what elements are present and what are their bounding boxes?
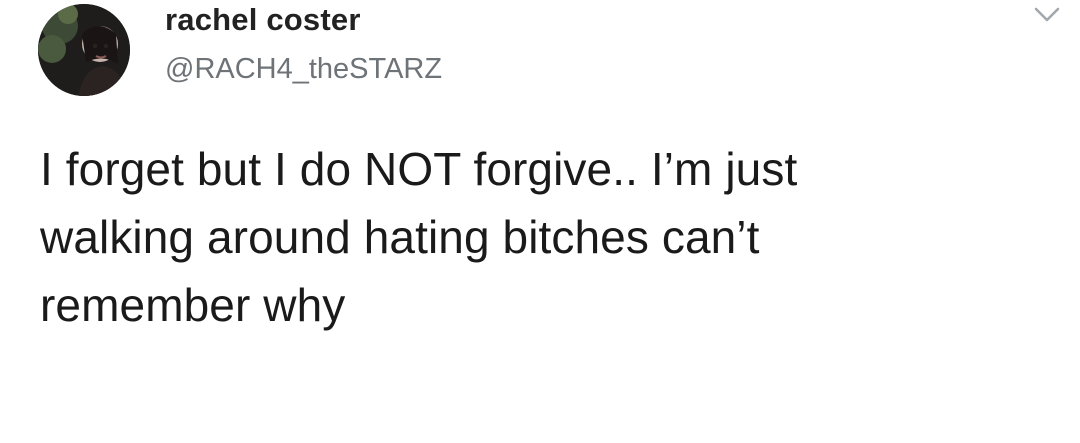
avatar[interactable] [38,4,130,96]
tweet-text: I forget but I do NOT forgive.. I’m just… [40,135,1040,339]
display-name[interactable]: rachel coster [165,2,361,38]
user-handle[interactable]: @RACH4_theSTARZ [165,53,442,86]
tweet-text-line: I forget but I do NOT forgive.. I’m just [40,143,798,195]
tweet-text-line: walking around hating bitches can’t [40,211,760,263]
chevron-down-icon[interactable] [1030,2,1064,28]
tweet-card: rachel coster @RACH4_theSTARZ I forget b… [0,0,1080,372]
bottom-margin [0,372,1080,443]
avatar-photo [38,4,130,96]
tweet-text-line: remember why [40,279,346,331]
